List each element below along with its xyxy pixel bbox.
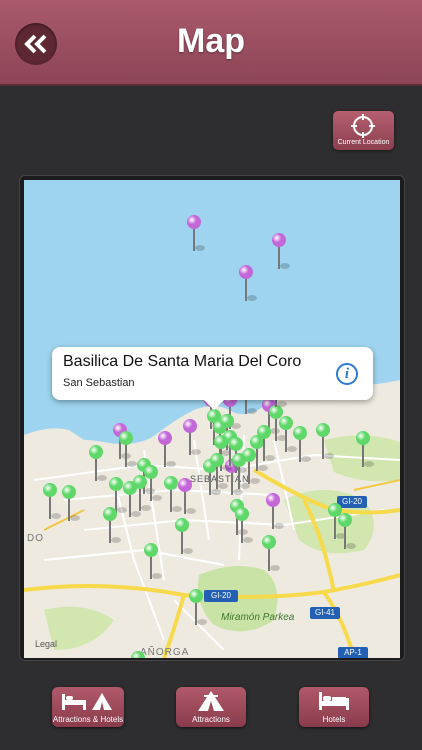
tab-attractions[interactable]: Attractions [176,687,246,727]
road-shield-gi20-bottom: GI-20 [204,590,238,602]
attraction-map-pin[interactable] [266,493,284,533]
attraction-map-pin[interactable] [178,478,196,518]
header-bar: Map [0,0,422,86]
tab-label: Attractions & Hotels [52,715,124,724]
hotel-map-pin[interactable] [189,589,207,629]
map-frame: DO SEBASTIAN Miramón Parkea AÑORGA Legal… [19,175,405,661]
info-icon[interactable]: i [336,363,358,385]
hotel-map-pin[interactable] [338,513,356,553]
bed-icon [319,692,349,710]
attraction-map-pin[interactable] [187,215,205,255]
current-location-button[interactable]: Current Location [333,111,394,150]
callout-title: Basilica De Santa Maria Del Coro [63,353,302,370]
hotel-map-pin[interactable] [316,423,334,463]
hotel-map-pin[interactable] [103,507,121,547]
hotel-map-pin[interactable] [210,453,228,493]
hotel-map-pin[interactable] [144,543,162,583]
map-label-miramon: Miramón Parkea [221,612,295,623]
hotel-map-pin[interactable] [43,483,61,523]
hotel-map-pin[interactable] [356,431,374,471]
hotel-map-pin[interactable] [123,481,141,521]
map-label-do: DO [27,533,44,544]
tent-icon [198,691,224,711]
bed-and-tent-icon [62,693,112,710]
attraction-map-pin[interactable] [183,419,201,459]
map-label-anorga: AÑORGA [140,647,190,658]
hotel-map-pin[interactable] [175,518,193,558]
tab-hotels[interactable]: Hotels [299,687,369,727]
location-callout[interactable]: Basilica De Santa Maria Del Coro San Seb… [52,347,373,410]
hotel-map-pin[interactable] [131,651,145,658]
tab-attractions-hotels[interactable]: Attractions & Hotels [52,687,124,727]
crosshair-icon [351,114,375,138]
road-shield-ap1: AP-1 [338,647,368,658]
hotel-map-pin[interactable] [293,426,311,466]
legal-link[interactable]: Legal [35,639,57,649]
callout-subtitle: San Sebastian [63,377,135,389]
hotel-map-pin[interactable] [279,416,297,456]
attraction-map-pin[interactable] [158,431,176,471]
road-shield-gi41: GI-41 [310,607,340,619]
page-title: Map [177,22,245,60]
hotel-map-pin[interactable] [119,431,137,471]
hotel-map-pin[interactable] [164,476,182,516]
hotel-map-pin[interactable] [262,535,280,575]
hotel-map-pin[interactable] [62,485,80,525]
current-location-label: Current Location [337,139,390,146]
tab-label: Attractions [192,715,230,724]
map-view[interactable]: DO SEBASTIAN Miramón Parkea AÑORGA Legal… [24,180,400,658]
attraction-map-pin[interactable] [272,233,290,273]
hotel-map-pin[interactable] [235,507,253,547]
hotel-map-pin[interactable] [89,445,107,485]
attraction-map-pin[interactable] [239,265,257,305]
tab-label: Hotels [322,715,346,724]
